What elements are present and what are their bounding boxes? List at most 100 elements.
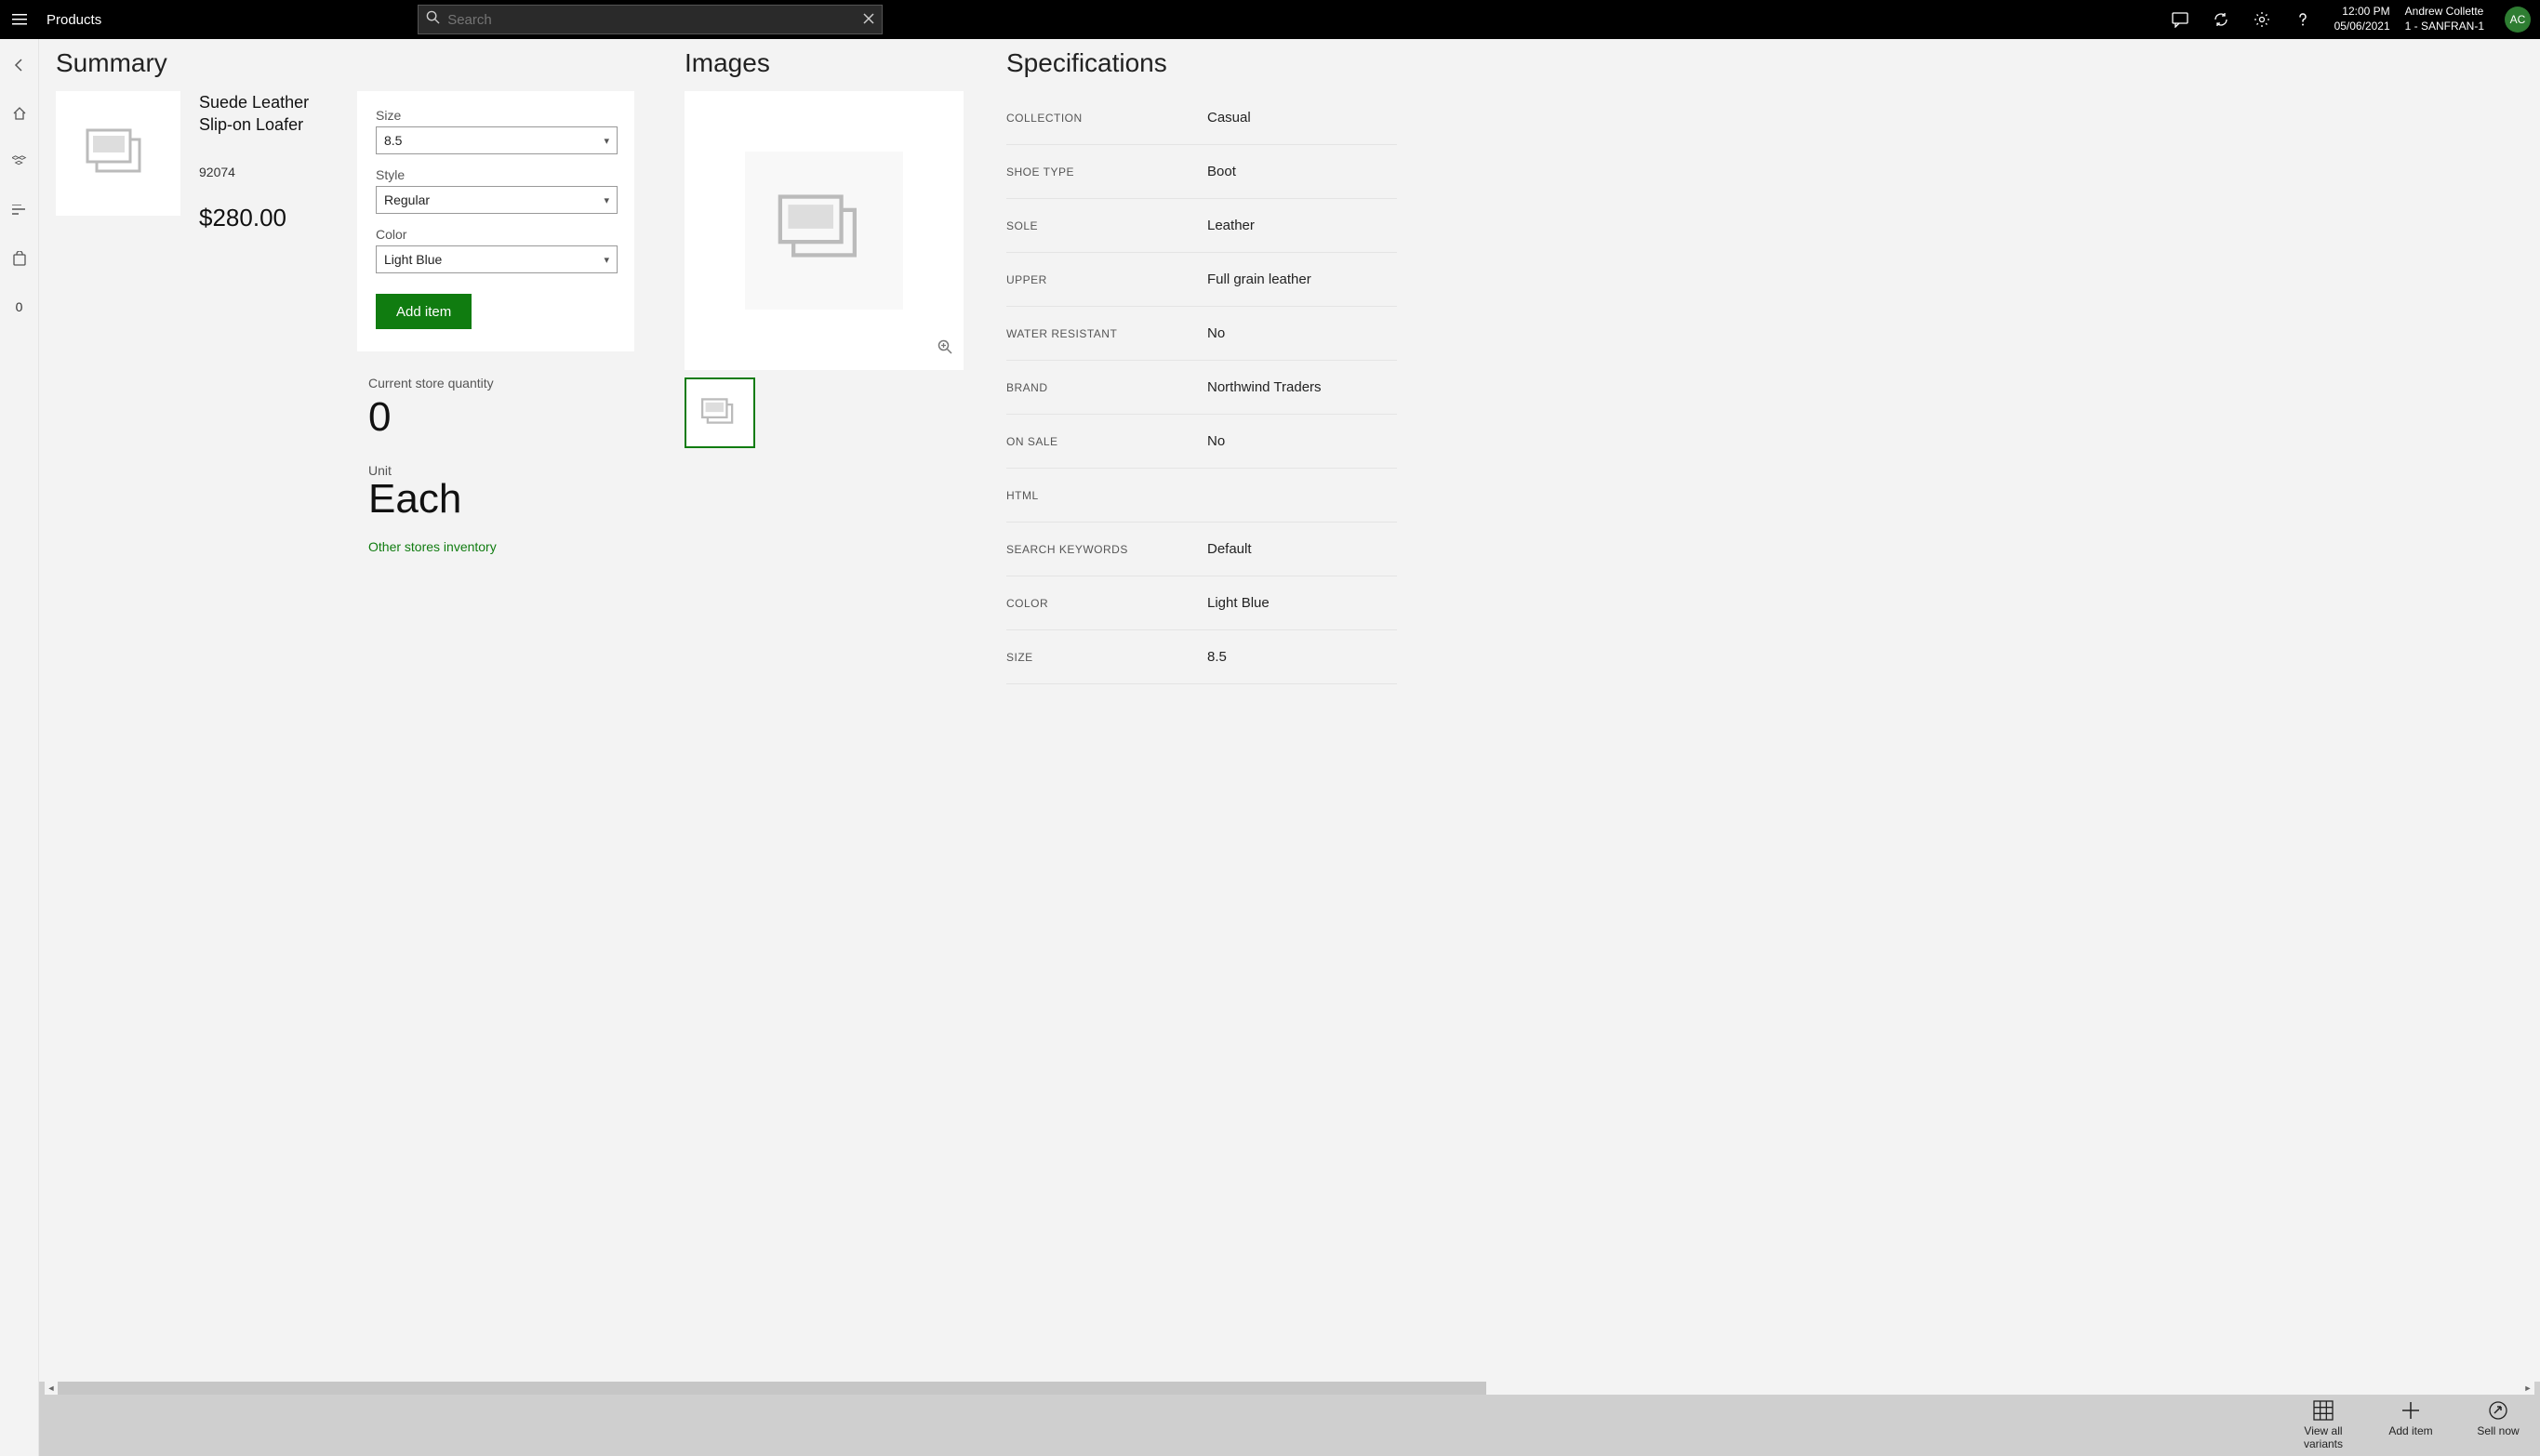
- spec-value: Full grain leather: [1207, 271, 1311, 287]
- spec-row: COLORLight Blue: [1006, 576, 1397, 630]
- spec-row: BRANDNorthwind Traders: [1006, 361, 1397, 415]
- gear-icon[interactable]: [2241, 0, 2282, 39]
- add-item-button[interactable]: Add item: [376, 294, 472, 329]
- sell-now-label: Sell now: [2477, 1424, 2519, 1437]
- spec-key: UPPER: [1006, 273, 1207, 286]
- spec-key: COLLECTION: [1006, 112, 1207, 125]
- spec-value: No: [1207, 433, 1225, 449]
- sidebar: 0: [0, 39, 39, 1456]
- date-text: 05/06/2021: [2334, 20, 2390, 34]
- sell-icon: [2488, 1400, 2508, 1421]
- image-main: [685, 91, 964, 370]
- spec-key: ON SALE: [1006, 435, 1207, 448]
- view-all-variants-button[interactable]: View all variants: [2293, 1400, 2354, 1451]
- variant-card: Size 8.5 ▾ Style Regular ▾ Color Light: [357, 91, 634, 351]
- sidebar-badge[interactable]: 0: [0, 294, 39, 320]
- search-input[interactable]: [447, 12, 863, 28]
- spec-key: SHOE TYPE: [1006, 165, 1207, 179]
- image-thumb-1[interactable]: [685, 377, 755, 448]
- specs-heading: Specifications: [1006, 48, 1397, 78]
- search-box[interactable]: [418, 5, 883, 34]
- spec-row: HTML: [1006, 469, 1397, 523]
- bottom-bar: ◄ ► View all variants Add item Sell now: [39, 1382, 2540, 1456]
- spec-row: UPPERFull grain leather: [1006, 253, 1397, 307]
- product-id: 92074: [199, 165, 339, 179]
- spec-value: Casual: [1207, 110, 1251, 126]
- spec-key: SIZE: [1006, 651, 1207, 664]
- spec-value: Default: [1207, 541, 1252, 557]
- user-block: Andrew Collette 1 - SANFRAN-1: [2401, 5, 2495, 33]
- scroll-right-icon[interactable]: ►: [2521, 1383, 2534, 1393]
- spec-key: SOLE: [1006, 219, 1207, 232]
- size-value: 8.5: [384, 133, 402, 148]
- spec-key: SEARCH KEYWORDS: [1006, 543, 1207, 556]
- view-all-variants-label: View all variants: [2293, 1424, 2354, 1451]
- qty-label: Current store quantity: [368, 376, 651, 390]
- product-title: Suede Leather Slip-on Loafer: [199, 91, 339, 137]
- summary-heading: Summary: [56, 48, 651, 78]
- spec-row: COLLECTIONCasual: [1006, 91, 1397, 145]
- refresh-icon[interactable]: [2201, 0, 2241, 39]
- color-value: Light Blue: [384, 252, 442, 267]
- back-icon[interactable]: [0, 52, 39, 78]
- other-stores-link[interactable]: Other stores inventory: [368, 539, 651, 554]
- chevron-down-icon: ▾: [604, 254, 609, 266]
- avatar[interactable]: AC: [2505, 7, 2531, 33]
- spec-key: HTML: [1006, 489, 1207, 502]
- size-select[interactable]: 8.5 ▾: [376, 126, 618, 154]
- horizontal-scrollbar[interactable]: ◄ ►: [45, 1382, 2534, 1395]
- bottom-add-item-label: Add item: [2388, 1424, 2432, 1437]
- app-title: Products: [39, 12, 101, 28]
- color-label: Color: [376, 227, 616, 242]
- help-icon[interactable]: [2282, 0, 2323, 39]
- product-price: $280.00: [199, 204, 339, 232]
- chevron-down-icon: ▾: [604, 135, 609, 147]
- topbar-right: 12:00 PM 05/06/2021 Andrew Collette 1 - …: [2160, 0, 2540, 39]
- spec-row: ON SALENo: [1006, 415, 1397, 469]
- summary-panel: Summary Suede Leather Slip-on Loafer 920…: [56, 48, 651, 1382]
- list-icon[interactable]: [0, 197, 39, 223]
- home-icon[interactable]: [0, 100, 39, 126]
- spec-key: BRAND: [1006, 381, 1207, 394]
- spec-value: Northwind Traders: [1207, 379, 1322, 395]
- spec-row: SIZE8.5: [1006, 630, 1397, 684]
- hamburger-menu-icon[interactable]: [0, 0, 39, 39]
- style-label: Style: [376, 167, 616, 182]
- chevron-down-icon: ▾: [604, 194, 609, 206]
- scrollbar-thumb[interactable]: [58, 1382, 1486, 1395]
- product-thumbnail: [56, 91, 180, 216]
- spec-row: SEARCH KEYWORDSDefault: [1006, 523, 1397, 576]
- scroll-left-icon[interactable]: ◄: [45, 1383, 58, 1393]
- zoom-icon[interactable]: [938, 339, 952, 359]
- store-name: 1 - SANFRAN-1: [2405, 20, 2484, 34]
- spec-value: No: [1207, 325, 1225, 341]
- spec-row: SHOE TYPEBoot: [1006, 145, 1397, 199]
- spec-key: COLOR: [1006, 597, 1207, 610]
- style-select[interactable]: Regular ▾: [376, 186, 618, 214]
- spec-key: WATER RESISTANT: [1006, 327, 1207, 340]
- close-icon[interactable]: [863, 12, 874, 27]
- sidebar-badge-text: 0: [16, 299, 23, 314]
- spec-value: Boot: [1207, 164, 1236, 179]
- plus-icon: [2400, 1400, 2421, 1421]
- color-select[interactable]: Light Blue ▾: [376, 245, 618, 273]
- sell-now-button[interactable]: Sell now: [2467, 1400, 2529, 1451]
- qty-value: 0: [368, 394, 651, 441]
- avatar-initials: AC: [2510, 13, 2526, 26]
- bag-icon[interactable]: [0, 245, 39, 271]
- style-value: Regular: [384, 192, 430, 207]
- images-heading: Images: [685, 48, 973, 78]
- search-icon: [426, 10, 440, 29]
- boxes-icon[interactable]: [0, 149, 39, 175]
- chat-icon[interactable]: [2160, 0, 2201, 39]
- topbar: Products 12:00 PM 05/06/2021 Andrew Coll…: [0, 0, 2540, 39]
- size-label: Size: [376, 108, 616, 123]
- bottom-add-item-button[interactable]: Add item: [2380, 1400, 2441, 1451]
- time-text: 12:00 PM: [2342, 5, 2389, 20]
- spec-value: 8.5: [1207, 649, 1227, 665]
- spec-value: Leather: [1207, 218, 1255, 233]
- spec-row: WATER RESISTANTNo: [1006, 307, 1397, 361]
- images-panel: Images: [685, 48, 973, 1382]
- specs-panel: Specifications COLLECTIONCasualSHOE TYPE…: [1006, 48, 1397, 1382]
- summary-info: Suede Leather Slip-on Loafer 92074 $280.…: [199, 91, 339, 351]
